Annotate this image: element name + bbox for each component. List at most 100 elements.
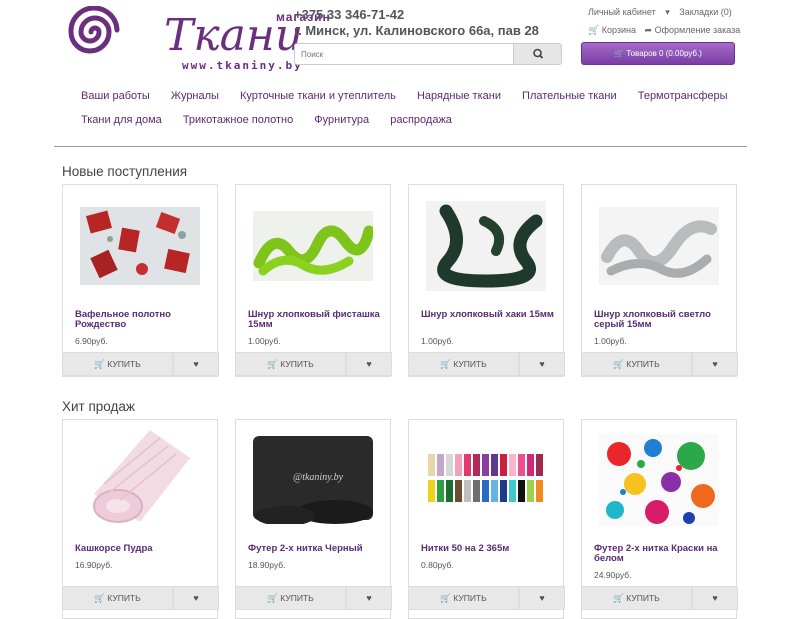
- heart-icon: ♥: [712, 359, 718, 369]
- product-price: 16.90руб.: [75, 560, 113, 570]
- nav-row-1: Ваши работы Журналы Курточные ткани и ут…: [72, 90, 737, 102]
- product-image[interactable]: [253, 211, 373, 303]
- store-address: г. Минск, ул. Калиновского 66а, пав 28: [294, 23, 539, 38]
- wishlist-button[interactable]: ♥: [346, 352, 392, 376]
- product-price: 0.80руб.: [421, 560, 454, 570]
- product-image[interactable]: [599, 207, 719, 299]
- nav-item[interactable]: Журналы: [162, 90, 228, 102]
- cart-icon: 🛒: [94, 593, 105, 603]
- buy-label: КУПИТЬ: [107, 359, 141, 369]
- buy-label: КУПИТЬ: [626, 359, 660, 369]
- search-button[interactable]: [513, 43, 562, 65]
- nav-item[interactable]: Фурнитура: [305, 114, 378, 126]
- nav-item[interactable]: Трикотажное полотно: [174, 114, 302, 126]
- product-card: Шнур хлопковый светло серый 15мм 1.00руб…: [581, 184, 738, 377]
- wishlist-button[interactable]: ♥: [173, 352, 219, 376]
- product-price: 1.00руб.: [421, 336, 454, 346]
- checkout-link[interactable]: ➦ Оформление заказа: [645, 25, 741, 35]
- account-menu[interactable]: Личный кабинет ▾: [588, 7, 670, 17]
- product-price: 6.90руб.: [75, 336, 108, 346]
- product-price: 24.90руб.: [594, 570, 632, 580]
- search-bar: [294, 43, 562, 65]
- logo-wordmark: Ткани: [164, 10, 304, 61]
- heart-icon: ♥: [193, 593, 199, 603]
- nav-row-2: Ткани для дома Трикотажное полотно Фурни…: [72, 114, 461, 126]
- bookmarks-link[interactable]: Закладки (0): [679, 7, 731, 17]
- cart-icon: 🛒: [267, 359, 278, 369]
- watermark-text: @tkaniny.by: [293, 472, 344, 483]
- buy-button[interactable]: 🛒 КУПИТЬ: [408, 586, 519, 610]
- buy-label: КУПИТЬ: [107, 593, 141, 603]
- share-icon: ➦: [644, 25, 653, 35]
- wishlist-button[interactable]: ♥: [173, 586, 219, 610]
- product-image[interactable]: [426, 450, 546, 506]
- wishlist-button[interactable]: ♥: [346, 586, 392, 610]
- nav-item[interactable]: Ткани для дома: [72, 114, 171, 126]
- checkout-link-label: Оформление заказа: [654, 25, 741, 35]
- product-image[interactable]: @tkaniny.by: [253, 432, 373, 524]
- cart-link[interactable]: 🛒 Корзина: [588, 25, 636, 35]
- product-card: Шнур хлопковый фисташка 15мм 1.00руб. 🛒 …: [235, 184, 392, 377]
- product-name[interactable]: Кашкорсе Пудра: [75, 544, 211, 554]
- cart-icon: 🛒: [614, 49, 625, 58]
- heart-icon: ♥: [539, 593, 545, 603]
- buy-button[interactable]: 🛒 КУПИТЬ: [581, 352, 692, 376]
- cart-summary: Товаров 0 (0.00руб.): [626, 49, 702, 58]
- cart-icon: 🛒: [440, 359, 451, 369]
- phone-number: +375 33 346-71-42: [294, 7, 405, 22]
- wishlist-button[interactable]: ♥: [692, 352, 738, 376]
- product-name[interactable]: Футер 2-х нитка Черный: [248, 544, 384, 554]
- heart-icon: ♥: [712, 593, 718, 603]
- heart-icon: ♥: [366, 359, 372, 369]
- buy-button[interactable]: 🛒 КУПИТЬ: [581, 586, 692, 610]
- product-card: Шнур хлопковый хаки 15мм 1.00руб. 🛒 КУПИ…: [408, 184, 565, 377]
- wishlist-button[interactable]: ♥: [519, 586, 565, 610]
- nav-item[interactable]: Ваши работы: [72, 90, 159, 102]
- nav-item[interactable]: Термотрансферы: [629, 90, 737, 102]
- buy-button[interactable]: 🛒 КУПИТЬ: [62, 586, 173, 610]
- product-price: 1.00руб.: [248, 336, 281, 346]
- cart-icon: 🛒: [94, 359, 105, 369]
- buy-label: КУПИТЬ: [453, 593, 487, 603]
- cart-link-label: Корзина: [601, 25, 637, 35]
- cart-icon: 🛒: [440, 593, 451, 603]
- product-card: Вафельное полотно Рождество 6.90руб. 🛒 К…: [62, 184, 219, 377]
- product-name[interactable]: Вафельное полотно Рождество: [75, 310, 211, 330]
- product-image[interactable]: [80, 424, 200, 530]
- heart-icon: ♥: [193, 359, 199, 369]
- buy-button[interactable]: 🛒 КУПИТЬ: [235, 352, 346, 376]
- product-image[interactable]: [599, 434, 719, 526]
- search-input[interactable]: [294, 43, 518, 65]
- cart-icon: 🛒: [267, 593, 278, 603]
- account-label: Личный кабинет: [588, 7, 656, 17]
- product-name[interactable]: Футер 2-х нитка Краски на белом: [594, 544, 730, 564]
- product-name[interactable]: Шнур хлопковый фисташка 15мм: [248, 310, 384, 330]
- product-name[interactable]: Нитки 50 на 2 365м: [421, 544, 557, 554]
- cart-icon: 🛒: [613, 359, 624, 369]
- product-name[interactable]: Шнур хлопковый светло серый 15мм: [594, 310, 730, 330]
- wishlist-button[interactable]: ♥: [519, 352, 565, 376]
- nav-item[interactable]: Плательные ткани: [513, 90, 626, 102]
- heart-icon: ♥: [366, 593, 372, 603]
- caret-down-icon: ▾: [665, 7, 670, 17]
- cart-icon: 🛒: [613, 593, 624, 603]
- buy-label: КУПИТЬ: [280, 359, 314, 369]
- wishlist-button[interactable]: ♥: [692, 586, 738, 610]
- section-title: Новые поступления: [62, 164, 188, 179]
- buy-button[interactable]: 🛒 КУПИТЬ: [62, 352, 173, 376]
- product-image[interactable]: [80, 207, 200, 299]
- nav-item[interactable]: Нарядные ткани: [408, 90, 510, 102]
- buy-button[interactable]: 🛒 КУПИТЬ: [408, 352, 519, 376]
- product-name[interactable]: Шнур хлопковый хаки 15мм: [421, 310, 557, 320]
- buy-button[interactable]: 🛒 КУПИТЬ: [235, 586, 346, 610]
- swirl-logo-icon: [68, 6, 120, 54]
- nav-item[interactable]: Курточные ткани и утеплитель: [231, 90, 405, 102]
- buy-label: КУПИТЬ: [453, 359, 487, 369]
- product-card: Футер 2-х нитка Краски на белом 24.90руб…: [581, 419, 738, 619]
- product-card: @tkaniny.by Футер 2-х нитка Черный 18.90…: [235, 419, 392, 619]
- site-logo[interactable]: магазин Ткани www.tkaniny.by: [64, 4, 330, 72]
- header-divider: [54, 146, 747, 147]
- product-image[interactable]: [426, 201, 546, 293]
- nav-item[interactable]: распродажа: [381, 114, 461, 126]
- cart-button[interactable]: 🛒 Товаров 0 (0.00руб.): [581, 42, 735, 65]
